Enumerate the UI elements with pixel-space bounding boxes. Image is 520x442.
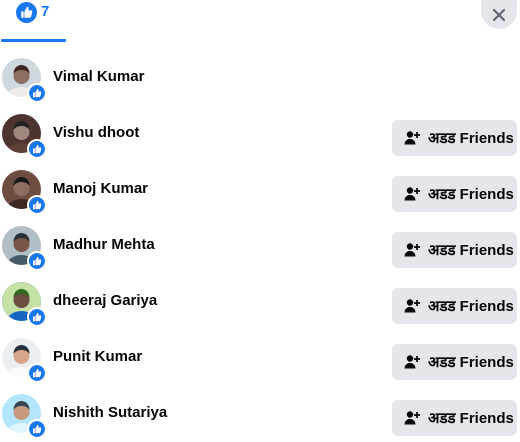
avatar-container[interactable] bbox=[2, 282, 47, 327]
person-name[interactable]: Madhur Mehta bbox=[53, 236, 155, 253]
avatar-container[interactable] bbox=[2, 394, 47, 439]
add-friend-button[interactable]: अडड Friends bbox=[392, 288, 517, 324]
add-friend-button[interactable]: अडड Friends bbox=[392, 400, 517, 436]
avatar-container[interactable] bbox=[2, 226, 47, 271]
reaction-count: 7 bbox=[41, 3, 50, 20]
like-icon bbox=[16, 2, 37, 23]
person-name[interactable]: Vishu dhoot bbox=[53, 124, 139, 141]
person-name[interactable]: Punit Kumar bbox=[53, 348, 142, 365]
person-name[interactable]: Nishith Sutariya bbox=[53, 404, 167, 421]
add-friend-icon bbox=[404, 243, 420, 257]
person-name[interactable]: dheeraj Gariya bbox=[53, 292, 157, 309]
add-friend-label: अडड Friends bbox=[428, 354, 514, 371]
add-friend-button[interactable]: अडड Friends bbox=[392, 120, 517, 156]
add-friend-button[interactable]: अडड Friends bbox=[392, 232, 517, 268]
add-friend-icon bbox=[404, 299, 420, 313]
person-name[interactable]: Manoj Kumar bbox=[53, 180, 148, 197]
avatar-container[interactable] bbox=[2, 114, 47, 159]
like-badge-icon bbox=[27, 139, 47, 159]
like-badge-icon bbox=[27, 419, 47, 439]
list-item: Punit Kumar अडड Friends bbox=[0, 330, 520, 386]
list-item: dheeraj Gariya अडड Friends bbox=[0, 274, 520, 330]
like-badge-icon bbox=[27, 363, 47, 383]
add-friend-icon bbox=[404, 355, 420, 369]
list-item: Nishith Sutariya अडड Friends bbox=[0, 386, 520, 442]
like-badge-icon bbox=[27, 195, 47, 215]
add-friend-button[interactable]: अडड Friends bbox=[392, 344, 517, 380]
person-name[interactable]: Vimal Kumar bbox=[53, 68, 144, 85]
add-friend-icon bbox=[404, 187, 420, 201]
add-friend-icon bbox=[404, 131, 420, 145]
like-badge-icon bbox=[27, 251, 47, 271]
add-friend-label: अडड Friends bbox=[428, 242, 514, 259]
like-badge-icon bbox=[27, 307, 47, 327]
add-friend-label: अडड Friends bbox=[428, 298, 514, 315]
like-badge-icon bbox=[27, 83, 47, 103]
list-item: Manoj Kumar अडड Friends bbox=[0, 162, 520, 218]
close-button[interactable] bbox=[481, 0, 517, 29]
list-item: Vishu dhoot अडड Friends bbox=[0, 106, 520, 162]
active-tab-indicator bbox=[1, 39, 66, 42]
add-friend-label: अडड Friends bbox=[428, 130, 514, 147]
add-friend-label: अडड Friends bbox=[428, 410, 514, 427]
avatar-container[interactable] bbox=[2, 170, 47, 215]
add-friend-label: अडड Friends bbox=[428, 186, 514, 203]
avatar-container[interactable] bbox=[2, 338, 47, 383]
avatar-container[interactable] bbox=[2, 58, 47, 103]
close-icon bbox=[492, 8, 506, 21]
tab-all-reactions[interactable]: 7 bbox=[0, 0, 66, 42]
add-friend-icon bbox=[404, 411, 420, 425]
list-item: Vimal Kumar bbox=[0, 50, 520, 106]
add-friend-button[interactable]: अडड Friends bbox=[392, 176, 517, 212]
list-item: Madhur Mehta अडड Friends bbox=[0, 218, 520, 274]
reactions-header: 7 bbox=[0, 0, 520, 44]
